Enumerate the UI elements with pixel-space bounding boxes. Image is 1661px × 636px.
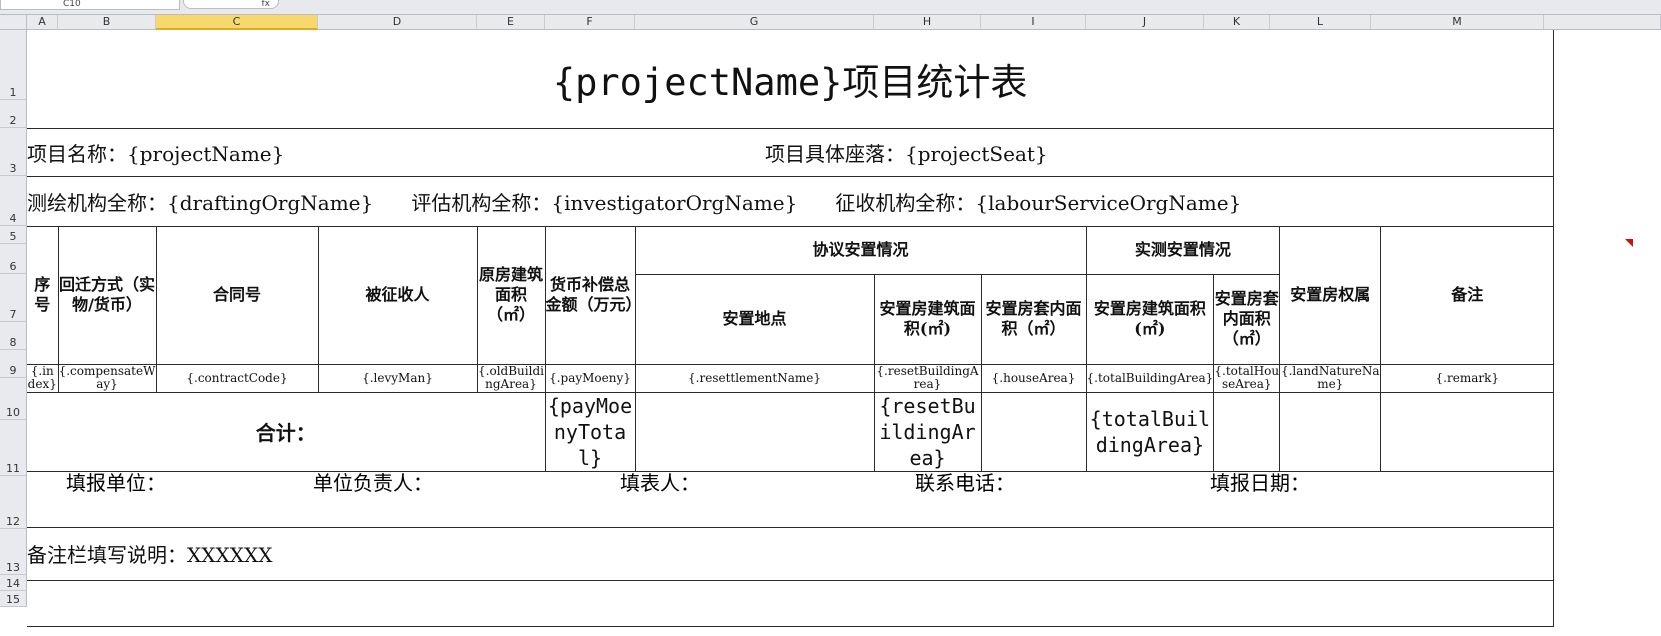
cell-reset-area[interactable]: {.resetBuildingArea} xyxy=(873,363,982,393)
footer-unit: 填报单位： xyxy=(66,471,166,495)
header-contract[interactable]: 合同号 xyxy=(155,225,319,365)
row-header-3[interactable]: 3 xyxy=(0,128,27,176)
header-measured-inner[interactable]: 安置房套内面积（㎡） xyxy=(1213,273,1281,365)
formula-bar: C10 fx xyxy=(0,0,1661,15)
cell-remark[interactable]: {.remark} xyxy=(1380,363,1555,393)
header-location[interactable]: 安置地点 xyxy=(634,273,875,365)
footer-filler: 填表人： xyxy=(620,471,700,495)
cell-index[interactable]: {.index} xyxy=(27,363,59,393)
header-inner-area[interactable]: 安置房套内面积（㎡） xyxy=(980,273,1087,365)
column-header-b[interactable]: B xyxy=(58,15,156,30)
cell-inner-area[interactable]: {.houseArea} xyxy=(980,363,1087,393)
header-reset-area[interactable]: 安置房建筑面积(㎡) xyxy=(873,273,982,365)
row-header-7[interactable]: 7 xyxy=(0,274,27,322)
name-box[interactable]: C10 xyxy=(0,0,180,10)
cell-method[interactable]: {.compensateWay} xyxy=(57,363,157,393)
total-measured-area[interactable]: {totalBuildingArea} xyxy=(1085,391,1215,472)
footer-cell[interactable] xyxy=(27,470,1555,528)
column-header-k[interactable]: K xyxy=(1204,15,1270,30)
footer-phone: 联系电话： xyxy=(915,471,1015,495)
column-header-c[interactable]: C xyxy=(156,15,318,30)
column-header-j[interactable]: J xyxy=(1086,15,1204,30)
row-header-6[interactable]: 6 xyxy=(0,244,27,274)
org-info-cell[interactable]: 测绘机构全称：{draftingOrgName} 评估机构全称：{investi… xyxy=(27,175,1555,227)
column-header-i[interactable]: I xyxy=(981,15,1086,30)
row-header-label: 3 xyxy=(9,162,17,175)
column-header-f[interactable]: F xyxy=(545,15,635,30)
cell-contract[interactable]: {.contractCode} xyxy=(155,363,319,393)
row-header-5[interactable]: 5 xyxy=(0,226,27,244)
total-inner-area[interactable] xyxy=(980,391,1087,472)
header-remark[interactable]: 备注 xyxy=(1380,225,1555,365)
header-measured-group[interactable]: 实测安置情况 xyxy=(1085,225,1281,275)
row-header-12[interactable]: 12 xyxy=(0,476,27,529)
header-levied[interactable]: 被征收人 xyxy=(317,225,478,365)
empty-row-cell[interactable] xyxy=(27,579,1555,627)
row-header-10[interactable]: 10 xyxy=(0,378,27,420)
total-reset-area[interactable]: {resetBuildingArea} xyxy=(873,391,982,472)
row-header-label: 6 xyxy=(9,260,17,273)
cell-measured-inner[interactable]: {.totalHouseArea} xyxy=(1213,363,1281,393)
project-name-cell[interactable]: 项目名称：{projectName} xyxy=(27,127,635,177)
row-header-14[interactable]: 14 xyxy=(0,575,27,591)
statistics-table: {projectName}项目统计表 项目名称：{projectName} 项目… xyxy=(27,30,1555,627)
column-header-l[interactable]: L xyxy=(1270,15,1371,30)
row-header-label: 1 xyxy=(9,86,17,99)
column-header-h[interactable]: H xyxy=(874,15,981,30)
row-header-label: 9 xyxy=(9,364,17,377)
row-header-8[interactable]: 8 xyxy=(0,322,27,350)
project-seat-cell[interactable]: 项目具体座落：{projectSeat} xyxy=(635,127,1555,177)
row-header-4[interactable]: 4 xyxy=(0,176,27,226)
select-all-corner[interactable] xyxy=(0,15,27,30)
cell-measured-area[interactable]: {.totalBuildingArea} xyxy=(1085,363,1215,393)
column-header-a[interactable]: A xyxy=(27,15,58,30)
cell-location[interactable]: {.resettlementName} xyxy=(634,363,875,393)
fx-icon[interactable]: fx xyxy=(183,0,279,9)
footer-date: 填报日期： xyxy=(1210,471,1310,495)
row-header-label: 4 xyxy=(9,212,17,225)
header-measured-area[interactable]: 安置房建筑面积(㎡) xyxy=(1085,273,1215,365)
column-header-filler xyxy=(1544,15,1661,30)
column-header-m[interactable]: M xyxy=(1371,15,1544,30)
row-header-11[interactable]: 11 xyxy=(0,420,27,476)
total-measured-inner[interactable] xyxy=(1213,391,1281,472)
cell-ownership[interactable]: {.landNatureName} xyxy=(1279,363,1382,393)
header-payment[interactable]: 货币补偿总金额（万元） xyxy=(544,225,636,365)
column-header-e[interactable]: E xyxy=(477,15,545,30)
row-header-1[interactable]: 1 xyxy=(0,30,27,100)
page-title[interactable]: {projectName}项目统计表 xyxy=(27,30,1555,129)
column-header-g[interactable]: G xyxy=(635,15,874,30)
row-header-label: 15 xyxy=(6,593,20,606)
row-header-label: 11 xyxy=(6,462,20,475)
note-cell[interactable]: 备注栏填写说明：XXXXXX xyxy=(27,526,1555,581)
cell-orig-area[interactable]: {.oldBuildingArea} xyxy=(476,363,546,393)
row-header-label: 13 xyxy=(6,561,20,574)
row-header-2[interactable]: 2 xyxy=(0,100,27,128)
row-header-9[interactable]: 9 xyxy=(0,350,27,378)
footer-leader: 单位负责人： xyxy=(313,471,433,495)
total-remark[interactable] xyxy=(1380,391,1555,472)
header-seq[interactable]: 序号 xyxy=(27,225,59,365)
total-ownership[interactable] xyxy=(1279,391,1382,472)
cell-payment[interactable]: {.payMoeny} xyxy=(544,363,636,393)
header-agreement-group[interactable]: 协议安置情况 xyxy=(634,225,1087,275)
header-orig-area[interactable]: 原房建筑面积（㎡） xyxy=(476,225,546,365)
row-header-label: 14 xyxy=(6,577,20,590)
header-ownership[interactable]: 安置房权属 xyxy=(1279,225,1382,365)
column-header-d[interactable]: D xyxy=(318,15,477,30)
row-header-label: 12 xyxy=(6,515,20,528)
row-header-label: 7 xyxy=(9,308,17,321)
total-location[interactable] xyxy=(634,391,875,472)
row-header-13[interactable]: 13 xyxy=(0,529,27,575)
total-label[interactable]: 合计： xyxy=(27,391,546,472)
row-header-label: 2 xyxy=(9,114,17,127)
row-header-label: 10 xyxy=(6,406,20,419)
total-payment[interactable]: {payMoenyTotal} xyxy=(544,391,636,472)
row-header-label: 8 xyxy=(9,336,17,349)
comment-indicator-icon[interactable] xyxy=(1625,239,1633,247)
row-header-label: 5 xyxy=(9,230,17,243)
cell-levied[interactable]: {.levyMan} xyxy=(317,363,478,393)
header-method[interactable]: 回迁方式（实物/货币） xyxy=(57,225,157,365)
row-header-15[interactable]: 15 xyxy=(0,591,27,607)
